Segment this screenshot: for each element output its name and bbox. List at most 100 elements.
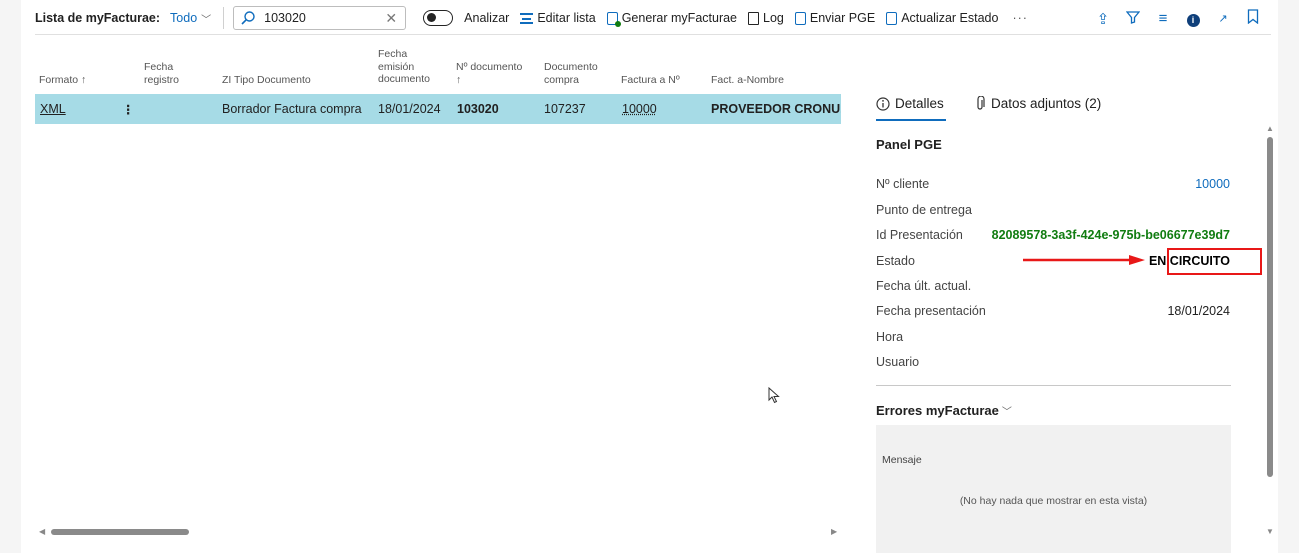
column-header-label: Factura a Nº bbox=[621, 74, 680, 86]
action-bar: Lista de myFacturae: Todo ﹀ 103020 ✕ Ana… bbox=[35, 6, 1271, 30]
section-divider bbox=[876, 385, 1231, 386]
log-button[interactable]: Log bbox=[748, 11, 784, 25]
scroll-right-icon[interactable]: ▶ bbox=[831, 527, 837, 536]
scroll-left-icon[interactable]: ◀ bbox=[39, 527, 45, 536]
mouse-cursor-icon bbox=[768, 387, 780, 404]
scroll-down-icon[interactable]: ▼ bbox=[1266, 527, 1274, 536]
list-title: Lista de myFacturae: bbox=[35, 11, 161, 25]
chevron-down-icon: ﹀ bbox=[201, 14, 212, 26]
tab-details-label: Detalles bbox=[895, 96, 944, 111]
column-header-label: compra bbox=[544, 73, 580, 86]
close-icon[interactable]: ✕ bbox=[385, 10, 397, 27]
column-header-label: documento bbox=[378, 73, 430, 85]
generate-button[interactable]: Generar myFacturae bbox=[606, 11, 738, 27]
page-frame: Lista de myFacturae: Todo ﹀ 103020 ✕ Ana… bbox=[21, 0, 1278, 553]
active-tab-indicator bbox=[876, 119, 946, 121]
errors-section-title: Errores myFacturae bbox=[876, 403, 999, 418]
errors-empty-message: (No hay nada que mostrar en esta vista) bbox=[959, 495, 1148, 507]
refresh-doc-icon bbox=[886, 11, 898, 25]
row-menu-icon[interactable]: ⋮ bbox=[122, 102, 135, 117]
toolbar-divider-line bbox=[35, 34, 1271, 35]
red-arrow-icon bbox=[1023, 255, 1145, 265]
send-pge-button[interactable]: Enviar PGE bbox=[794, 11, 876, 25]
field-label-hora: Hora bbox=[876, 330, 904, 344]
field-value-id-presentacion: 82089578-3a3f-424e-975b-be06677e39d7 bbox=[991, 228, 1230, 242]
analyze-button[interactable]: Analizar bbox=[464, 11, 509, 25]
search-input[interactable]: 103020 ✕ bbox=[233, 6, 407, 30]
field-label-id-presentacion: Id Presentación bbox=[876, 228, 963, 242]
scroll-up-icon[interactable]: ▲ bbox=[1266, 124, 1274, 133]
search-value: 103020 bbox=[264, 11, 306, 25]
list-view-icon[interactable]: ≡ bbox=[1155, 10, 1171, 27]
column-header-label: ↑ bbox=[456, 73, 462, 86]
filter-icon[interactable] bbox=[1125, 10, 1141, 28]
analyze-toggle[interactable] bbox=[423, 10, 454, 26]
cell-n-documento: 103020 bbox=[457, 102, 499, 116]
info-circle-icon bbox=[876, 96, 890, 111]
field-label-fecha-presentacion: Fecha presentación bbox=[876, 304, 986, 318]
search-icon bbox=[241, 11, 255, 25]
edit-list-label: Editar lista bbox=[537, 11, 596, 25]
cell-formato-link[interactable]: XML bbox=[40, 102, 66, 116]
cell-fecha-emision: 18/01/2024 bbox=[378, 102, 441, 116]
send-label: Enviar PGE bbox=[809, 11, 876, 25]
column-header-n-documento[interactable]: Nº documento ↑ bbox=[456, 61, 522, 86]
update-label: Actualizar Estado bbox=[901, 11, 999, 25]
view-filter-label: Todo bbox=[170, 11, 198, 25]
share-icon[interactable]: ⇪ bbox=[1095, 10, 1111, 28]
bookmark-icon[interactable] bbox=[1245, 9, 1261, 28]
column-header-label: Fecha bbox=[378, 48, 408, 60]
more-options-icon[interactable]: ··· bbox=[1012, 11, 1028, 25]
tab-details[interactable]: Detalles bbox=[876, 96, 944, 111]
errors-grid: Mensaje (No hay nada que mostrar en esta… bbox=[876, 425, 1231, 553]
column-header-fecha-emision[interactable]: Fecha emisión documento bbox=[378, 48, 430, 86]
column-header-fact-nombre[interactable]: Fact. a-Nombre bbox=[711, 74, 784, 87]
field-value-cliente[interactable]: 10000 bbox=[1195, 177, 1230, 191]
field-label-cliente: Nº cliente bbox=[876, 177, 930, 191]
column-header-tipo-documento[interactable]: ZI Tipo Documento bbox=[222, 74, 311, 87]
cell-factura-a-link[interactable]: 10000 bbox=[622, 102, 657, 116]
generate-icon bbox=[606, 11, 621, 27]
log-label: Log bbox=[763, 11, 784, 25]
vertical-scroll-thumb[interactable] bbox=[1267, 137, 1273, 477]
field-label-estado: Estado bbox=[876, 254, 915, 268]
column-header-label: Nº documento bbox=[456, 61, 523, 73]
tab-attachments[interactable]: Datos adjuntos (2) bbox=[975, 96, 1101, 111]
update-status-button[interactable]: Actualizar Estado bbox=[886, 11, 998, 25]
cell-documento-compra: 107237 bbox=[544, 102, 586, 116]
field-label-usuario: Usuario bbox=[876, 355, 920, 369]
column-header-fecha-registro[interactable]: Fecha registro bbox=[144, 61, 179, 86]
tab-attachments-label: Datos adjuntos (2) bbox=[991, 96, 1102, 111]
horizontal-scroll-thumb[interactable] bbox=[51, 529, 189, 535]
factbox-panel: Detalles Datos adjuntos (2) Panel PGE Nº… bbox=[841, 84, 1278, 553]
cell-tipo-documento: Borrador Factura compra bbox=[222, 102, 362, 116]
edit-list-button[interactable]: Editar lista bbox=[520, 11, 596, 25]
errors-section-header[interactable]: Errores myFacturae ﹀ bbox=[876, 403, 1012, 418]
chevron-down-icon: ﹀ bbox=[1001, 407, 1012, 418]
column-header-label: ZI Tipo Documento bbox=[222, 74, 311, 86]
column-header-factura-a[interactable]: Factura a Nº bbox=[621, 74, 680, 87]
toolbar-right-actions: ⇪ ≡ i ↗ bbox=[1081, 9, 1261, 28]
field-label-fecha-actualizacion: Fecha últ. actual. bbox=[876, 279, 972, 293]
analyze-label: Analizar bbox=[464, 11, 510, 25]
column-header-label: emisión bbox=[378, 60, 415, 73]
collapse-icon[interactable]: ↗ bbox=[1215, 12, 1231, 25]
column-header-label: Formato ↑ bbox=[39, 74, 87, 86]
errors-column-header[interactable]: Mensaje bbox=[882, 454, 922, 466]
field-label-punto-entrega: Punto de entrega bbox=[876, 203, 972, 217]
cell-fact-nombre: PROVEEDOR CRONU... bbox=[711, 102, 851, 116]
panel-section-title: Panel PGE bbox=[876, 137, 942, 152]
column-header-documento-compra[interactable]: Documento compra bbox=[544, 61, 598, 86]
column-header-label: Documento bbox=[544, 61, 598, 73]
send-icon bbox=[794, 11, 806, 25]
generate-label: Generar myFacturae bbox=[621, 11, 738, 25]
column-header-label: Fact. a-Nombre bbox=[711, 74, 784, 86]
info-icon[interactable]: i bbox=[1185, 10, 1201, 27]
column-header-label: registro bbox=[144, 73, 180, 86]
column-header-label: Fecha bbox=[144, 61, 174, 73]
status-highlight-box bbox=[1167, 248, 1262, 275]
view-filter-dropdown[interactable]: Todo ﹀ bbox=[170, 11, 211, 26]
column-header-formato[interactable]: Formato ↑ bbox=[39, 74, 86, 87]
edit-list-icon bbox=[520, 12, 534, 24]
field-value-fecha-presentacion: 18/01/2024 bbox=[1167, 304, 1230, 318]
